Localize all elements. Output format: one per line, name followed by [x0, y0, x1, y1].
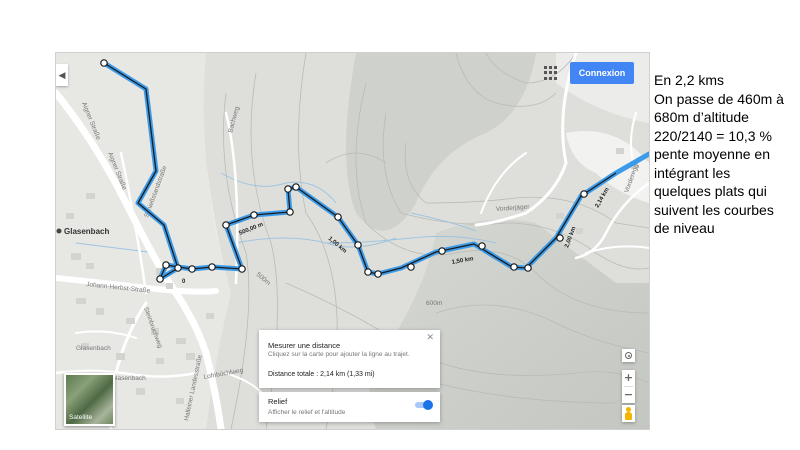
note-line: On passe de 460m à	[654, 90, 784, 107]
route-vertex	[162, 261, 170, 269]
close-icon[interactable]: ✕	[426, 332, 434, 343]
route-vertex	[292, 183, 300, 191]
note-line: intégrant les	[654, 164, 731, 181]
relief-subtitle: Afficher le relief et l'altitude	[268, 409, 346, 416]
note-line: pente moyenne en	[654, 146, 770, 162]
route-vertex	[250, 211, 258, 219]
map-view[interactable]: Aigner Straße Aigner Straße Schießstands…	[55, 52, 650, 430]
route-vertex	[284, 185, 292, 193]
note-line: quelques plats qui	[654, 183, 767, 199]
route-vertex	[354, 241, 362, 249]
route-vertex	[364, 268, 372, 276]
place-label-glasenbach-main: Glasenbach	[64, 227, 109, 236]
route-vertex	[407, 263, 415, 271]
route-vertex	[524, 264, 532, 272]
route-vertex	[222, 221, 230, 229]
measure-distance-card: ✕ Mesurer une distance Cliquez sur la ca…	[259, 330, 440, 388]
note-line: de niveau	[654, 220, 715, 236]
note-line: 220/2140 = 10,3 %	[654, 127, 772, 144]
satellite-label: Satellite	[69, 414, 93, 421]
satellite-layer-button[interactable]: Satellite	[64, 373, 115, 426]
note-line: En 2,2 kms	[654, 72, 725, 88]
annotation-notes: En 2,2 kms On passe de 460m à 680m d’alt…	[654, 71, 800, 238]
chevron-left-icon: ◀	[58, 70, 66, 80]
sign-in-button[interactable]: Connexion	[570, 62, 634, 84]
route-vertex	[374, 270, 382, 278]
place-marker-glasenbach: Glasenbach	[56, 227, 109, 236]
apps-grid-icon[interactable]	[544, 66, 558, 80]
zoom-control: + −	[622, 370, 635, 403]
pegman-icon[interactable]	[622, 405, 635, 422]
note-line: 680m d’altitude	[654, 109, 749, 125]
route-vertex	[100, 59, 108, 67]
route-vertex	[580, 190, 588, 198]
measure-hint: Cliquez sur la carte pour ajouter la lig…	[268, 351, 410, 358]
route-vertex	[334, 213, 342, 221]
place-label-glasenbach: Glasenbach	[76, 345, 111, 352]
zoom-in-button[interactable]: +	[622, 370, 635, 386]
route-vertex	[208, 263, 216, 271]
note-line: suivent les courbes	[654, 201, 774, 218]
contour-label-600: 600m	[426, 300, 442, 307]
route-vertex	[438, 247, 446, 255]
route-vertex	[478, 242, 486, 250]
route-vertex	[238, 265, 246, 273]
zoom-out-button[interactable]: −	[622, 387, 635, 403]
my-location-button[interactable]	[622, 349, 635, 362]
route-vertex	[188, 265, 196, 273]
route-vertex	[286, 208, 294, 216]
collapse-panel-button[interactable]: ◀	[56, 64, 68, 86]
measure-title: Mesurer une distance	[268, 341, 341, 350]
relief-toggle[interactable]	[415, 400, 433, 410]
route-vertex	[556, 234, 564, 242]
place-label-glasenbach: Glasenbach	[111, 375, 146, 382]
route-vertex	[510, 263, 518, 271]
route-vertex	[174, 264, 182, 272]
relief-title: Relief	[268, 397, 288, 406]
relief-layer-card: Relief Afficher le relief et l'altitude	[259, 392, 440, 422]
total-distance: Distance totale : 2,14 km (1,33 mi)	[268, 371, 375, 378]
route-vertex	[156, 275, 164, 283]
location-icon	[625, 352, 632, 359]
